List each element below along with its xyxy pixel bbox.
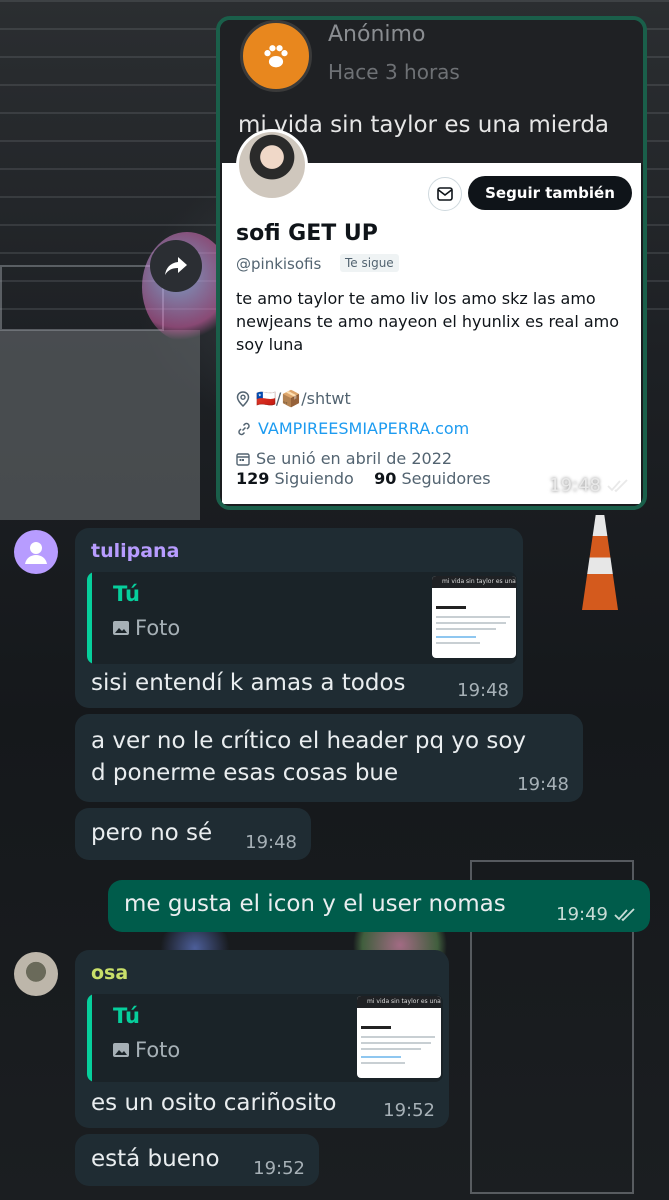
time-text: 19:49 <box>556 904 608 925</box>
quote-bar <box>87 994 92 1082</box>
message-text: sisi entendí k amas a todos <box>91 670 406 696</box>
message-bubble[interactable]: tulipana Tú Foto mi vida sin taylor es u… <box>75 528 523 708</box>
quoted-message[interactable]: Tú Foto mi vida sin taylor es una mierda <box>87 994 443 1082</box>
location-pin-icon <box>236 390 250 407</box>
anon-text: mi vida sin taylor es una mierda <box>238 112 610 138</box>
link-icon <box>238 422 250 435</box>
outgoing-message-bubble[interactable]: me gusta el icon y el user nomas 19:49 <box>108 880 650 932</box>
profile-location: 🇨🇱/📦/shtwt <box>236 389 351 408</box>
profile-handle: @pinkisofis <box>236 255 322 273</box>
profile-joined: Se unió en abril de 2022 <box>236 449 452 468</box>
profile-card: Seguir también sofi GET UP @pinkisofis T… <box>222 129 641 504</box>
avatar <box>236 129 308 201</box>
quote-type: Foto <box>113 616 180 640</box>
profile-website[interactable]: VAMPIREESMIAPERRA.com <box>236 419 469 438</box>
forward-button[interactable] <box>150 240 202 292</box>
photo-icon <box>113 1043 129 1057</box>
profile-name: sofi GET UP <box>236 221 378 246</box>
forward-arrow-icon <box>165 257 187 275</box>
avatar[interactable] <box>14 952 58 996</box>
quote-author: Tú <box>113 582 140 606</box>
paw-icon <box>240 20 312 92</box>
quote-type-label: Foto <box>135 1038 181 1062</box>
message-time: 19:52 <box>383 1100 435 1121</box>
quoted-message[interactable]: Tú Foto mi vida sin taylor es una mierda <box>87 572 517 664</box>
anon-time: Hace 3 horas <box>328 60 460 84</box>
quote-thumbnail: mi vida sin taylor es una mierda <box>357 996 441 1078</box>
message-text: pero no sé <box>91 820 213 846</box>
sender-name: tulipana <box>91 540 180 562</box>
message-bubble[interactable]: a ver no le crítico el header pq yo soy … <box>75 714 583 802</box>
following-count: 129 <box>236 469 270 488</box>
avatar[interactable] <box>14 530 58 574</box>
double-check-icon <box>614 907 635 921</box>
message-text: es un osito cariñosito <box>91 1090 337 1116</box>
profile-bio: te amo taylor te amo liv los amo skz las… <box>236 289 620 354</box>
screenshot-message[interactable]: Anónimo Hace 3 horas mi vida sin taylor … <box>216 16 647 510</box>
followers-label[interactable]: Seguidores <box>401 469 490 488</box>
traffic-cone <box>582 515 618 610</box>
calendar-icon <box>236 452 250 466</box>
message-time: 19:52 <box>253 1158 305 1179</box>
sender-name: osa <box>91 962 129 984</box>
mail-icon <box>437 187 453 201</box>
message-button[interactable] <box>428 177 462 211</box>
joined-text: Se unió en abril de 2022 <box>256 449 453 468</box>
message-text: me gusta el icon y el user nomas <box>124 891 506 917</box>
message-text: está bueno <box>91 1146 220 1172</box>
user-icon <box>25 542 47 564</box>
thumb-title: mi vida sin taylor es una mierda <box>432 576 516 588</box>
stage-truss <box>0 265 164 331</box>
quote-type-label: Foto <box>135 616 181 640</box>
profile-stats: 129 Siguiendo 90 Seguidores <box>236 469 491 488</box>
location-text: 🇨🇱/📦/shtwt <box>256 389 351 408</box>
message-bubble[interactable]: pero no sé 19:48 <box>75 808 311 860</box>
message-text-line2: d ponerme esas cosas bue <box>91 760 399 786</box>
followers-count: 90 <box>374 469 397 488</box>
quote-thumbnail: mi vida sin taylor es una mierda <box>432 576 516 658</box>
message-time: 19:48 <box>549 475 629 496</box>
time-text: 19:48 <box>549 475 601 496</box>
wall-panel <box>0 330 200 520</box>
website-link[interactable]: VAMPIREESMIAPERRA.com <box>258 419 469 438</box>
message-time: 19:49 <box>556 904 636 925</box>
message-text-line1: a ver no le crítico el header pq yo soy <box>91 728 527 754</box>
message-time: 19:48 <box>245 832 297 853</box>
message-time: 19:48 <box>457 680 509 701</box>
quote-bar <box>87 572 92 664</box>
thumb-title: mi vida sin taylor es una mierda <box>357 996 441 1008</box>
message-time: 19:48 <box>517 774 569 795</box>
quote-author: Tú <box>113 1004 140 1028</box>
photo-icon <box>113 621 129 635</box>
message-bubble[interactable]: osa Tú Foto mi vida sin taylor es una mi… <box>75 950 449 1128</box>
following-label[interactable]: Siguiendo <box>275 469 354 488</box>
follow-button[interactable]: Seguir también <box>468 176 632 210</box>
quote-type: Foto <box>113 1038 180 1062</box>
follows-you-badge: Te sigue <box>340 254 399 272</box>
double-check-icon <box>607 478 628 492</box>
anon-name: Anónimo <box>328 22 426 47</box>
message-bubble[interactable]: está bueno 19:52 <box>75 1134 319 1186</box>
